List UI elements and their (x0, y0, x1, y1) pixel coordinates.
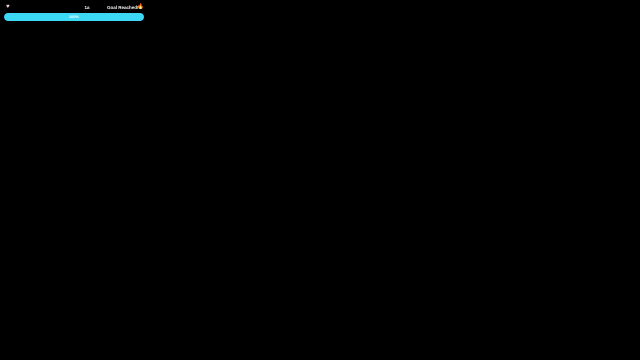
page: ♥ 1a Goal Reached! 🔥 100% (0, 0, 640, 360)
goal-progress-bar: 100% (4, 13, 144, 21)
goal-widget: ♥ 1a Goal Reached! 🔥 100% (4, 4, 144, 22)
goal-status: Goal Reached! (107, 5, 139, 10)
goal-header: ♥ 1a Goal Reached! 🔥 (4, 4, 144, 11)
heart-icon: ♥ (6, 4, 10, 10)
goal-count: 1a (84, 5, 90, 10)
goal-progress-label: 100% (68, 14, 80, 19)
flame-icon: 🔥 (137, 4, 144, 10)
